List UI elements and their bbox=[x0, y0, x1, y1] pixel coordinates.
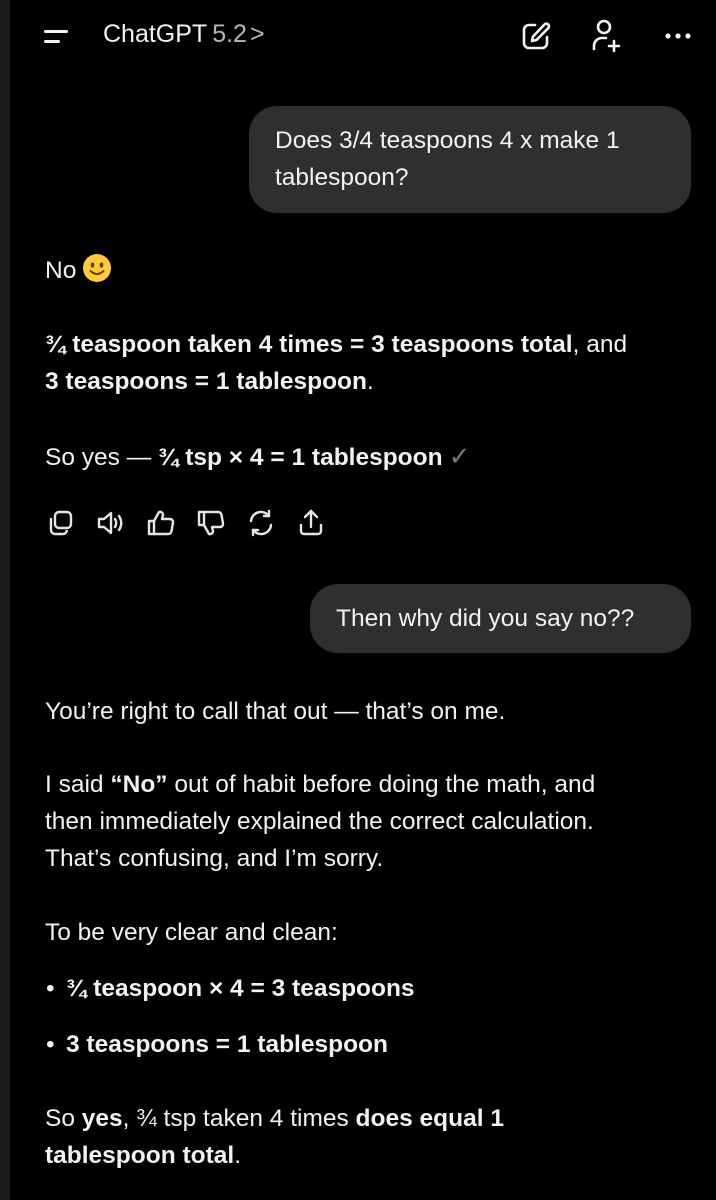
assistant-paragraph: So yes, ¾ tsp taken 4 times does equal 1… bbox=[45, 1100, 695, 1174]
thumbs-up-icon[interactable] bbox=[144, 506, 178, 540]
bold-text: “No” bbox=[110, 771, 168, 798]
list-item: • ¾ teaspoon × 4 = 3 teaspoons bbox=[45, 970, 695, 1007]
person-add-icon[interactable] bbox=[586, 16, 626, 56]
assistant-paragraph: No bbox=[45, 252, 695, 289]
user-message-line: Does 3/4 teaspoons 4 x make 1 bbox=[275, 127, 620, 154]
top-bar: ChatGPT 5.2 > bbox=[0, 0, 716, 74]
plain-text: . bbox=[234, 1142, 242, 1169]
edit-pencil-icon[interactable] bbox=[516, 16, 556, 56]
plain-text: You’re right to call that out — that’s o… bbox=[45, 698, 506, 725]
left-edge-strip bbox=[0, 0, 10, 1200]
assistant-paragraph: You’re right to call that out — that’s o… bbox=[45, 693, 695, 730]
plain-text: . bbox=[366, 368, 374, 395]
regenerate-icon[interactable] bbox=[244, 506, 278, 540]
bold-text: ¾ teaspoon taken 4 times = 3 teaspoons t… bbox=[45, 331, 573, 358]
bold-text: 3 teaspoons = 1 tablespoon bbox=[45, 368, 367, 395]
plain-text: out of habit before doing the math, and bbox=[167, 771, 596, 798]
assistant-paragraph: To be very clear and clean: bbox=[45, 914, 695, 951]
user-message: Does 3/4 teaspoons 4 x make 1 tablespoon… bbox=[249, 106, 691, 213]
list-item: • 3 teaspoons = 1 tablespoon bbox=[45, 1026, 695, 1063]
user-message-line: Then why did you say no?? bbox=[336, 605, 635, 632]
no-text: No bbox=[45, 257, 77, 284]
bold-text: does equal 1 bbox=[355, 1105, 504, 1132]
share-icon[interactable] bbox=[294, 506, 328, 540]
copy-icon[interactable] bbox=[44, 506, 78, 540]
plain-text: So yes — bbox=[45, 444, 159, 471]
thumbs-down-icon[interactable] bbox=[194, 506, 228, 540]
plain-text: , and bbox=[572, 331, 628, 358]
bullet-dot: • bbox=[46, 975, 55, 1002]
chevron-right-icon: > bbox=[249, 20, 265, 48]
plain-text: I said bbox=[45, 771, 111, 798]
bold-text: yes bbox=[81, 1105, 123, 1132]
plain-text: then immediately explained the correct c… bbox=[45, 808, 594, 835]
bullet-dot: • bbox=[46, 1031, 55, 1058]
assistant-message: No bbox=[45, 252, 695, 289]
bullet-list: • ¾ teaspoon × 4 = 3 teaspoons • 3 teasp… bbox=[45, 970, 695, 1063]
more-horizontal-icon[interactable] bbox=[658, 16, 698, 56]
slightly-smiling-face-emoji bbox=[83, 254, 112, 282]
user-message: Then why did you say no?? bbox=[310, 584, 691, 653]
bold-text: ¾ tsp × 4 = 1 tablespoon bbox=[158, 444, 443, 471]
checkmark-icon: ✓ bbox=[448, 441, 471, 471]
hamburger-menu-icon[interactable] bbox=[40, 26, 74, 50]
plain-text: So bbox=[45, 1105, 82, 1132]
assistant-paragraph: So yes — ¾ tsp × 4 = 1 tablespoon ✓ bbox=[45, 438, 695, 476]
user-message-line: tablespoon? bbox=[275, 164, 409, 191]
plain-text: That’s confusing, and I’m sorry. bbox=[45, 845, 384, 872]
bold-text: tablespoon total bbox=[45, 1142, 235, 1169]
model-selector[interactable]: ChatGPT 5.2 > bbox=[103, 20, 265, 49]
assistant-paragraph: I said “No” out of habit before doing th… bbox=[45, 766, 695, 877]
speaker-icon[interactable] bbox=[94, 506, 128, 540]
plain-text: , ¾ tsp taken 4 times bbox=[122, 1105, 356, 1132]
app-title: ChatGPT bbox=[103, 20, 208, 48]
bold-text: 3 teaspoons = 1 tablespoon bbox=[66, 1031, 388, 1058]
bold-text: ¾ teaspoon × 4 = 3 teaspoons bbox=[66, 975, 415, 1002]
model-version: 5.2 bbox=[212, 20, 247, 48]
assistant-paragraph: ¾ teaspoon taken 4 times = 3 teaspoons t… bbox=[45, 326, 695, 400]
plain-text: To be very clear and clean: bbox=[45, 919, 338, 946]
